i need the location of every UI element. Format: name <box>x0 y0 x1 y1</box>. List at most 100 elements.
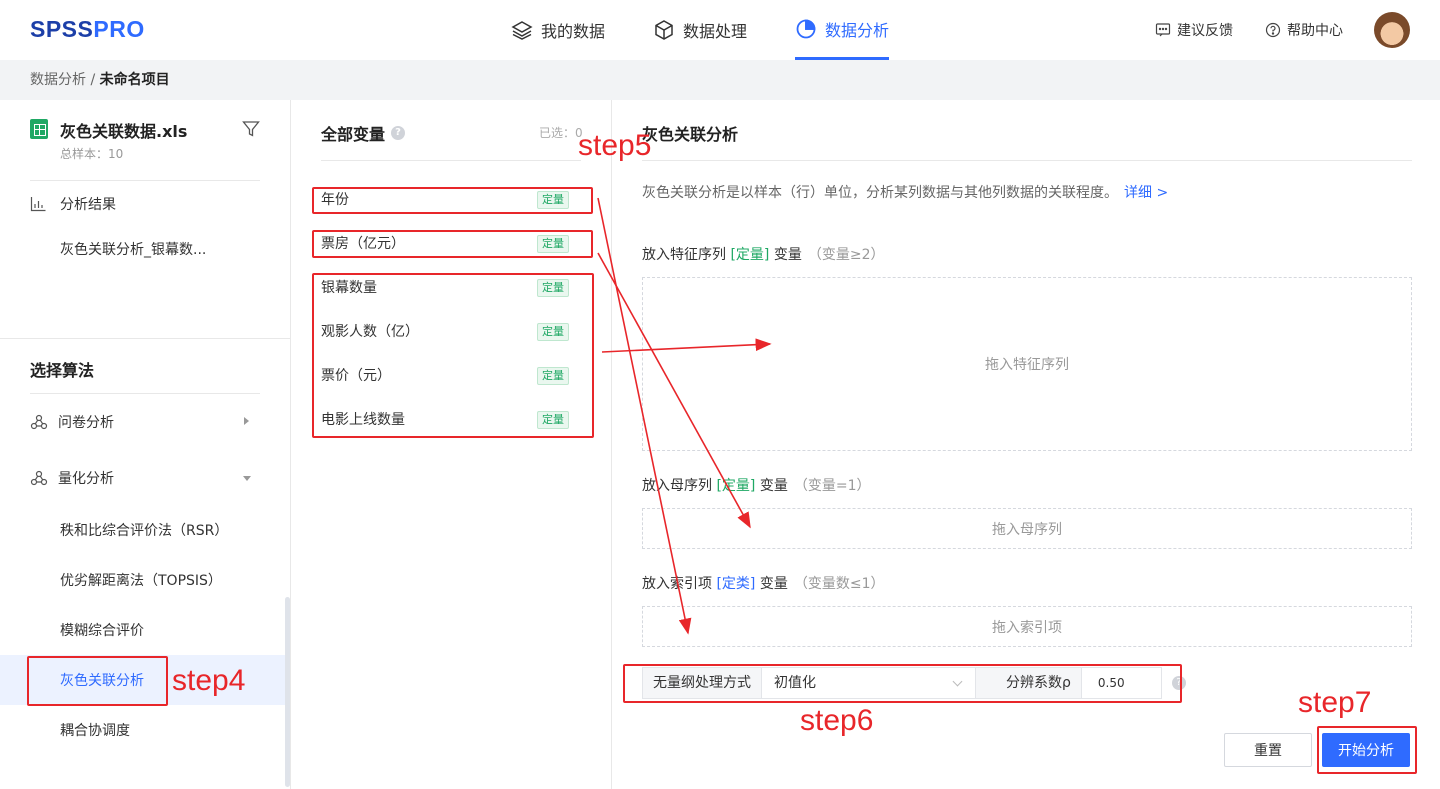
method-grey-relational[interactable]: 灰色关联分析 <box>60 670 144 690</box>
label-suffix: 变量 <box>769 247 802 263</box>
method-coupling[interactable]: 耦合协调度 <box>60 720 130 740</box>
variable-item[interactable]: 观影人数（亿） 定量 <box>321 321 581 343</box>
total-samples: 总样本：10 <box>60 147 124 161</box>
divider <box>321 160 581 161</box>
detail-link[interactable]: 详细 > <box>1124 185 1168 201</box>
sidebar-scrollbar[interactable] <box>285 597 290 787</box>
variable-name: 票房（亿元） <box>321 236 405 252</box>
file-name: 灰色关联数据.xls <box>60 122 188 141</box>
label-hint: （变量数≤1） <box>793 576 885 592</box>
help-icon[interactable]: ? <box>1171 676 1186 690</box>
label-type: [定类] <box>716 576 756 592</box>
dropzone-text: 拖入特征序列 <box>985 357 1069 373</box>
variable-item[interactable]: 银幕数量 定量 <box>321 277 581 299</box>
reset-button[interactable]: 重置 <box>1224 733 1312 767</box>
feature-sequence-dropzone[interactable]: 拖入特征序列 <box>642 277 1412 451</box>
label-prefix: 放入特征序列 <box>642 247 731 263</box>
select-algorithm-title: 选择算法 <box>30 361 95 380</box>
annotation-step7: step7 <box>1298 686 1372 719</box>
nav-my-data[interactable]: 我的数据 <box>511 0 605 60</box>
nav-data-analysis[interactable]: 数据分析 <box>795 0 890 60</box>
feedback-label: 建议反馈 <box>1177 23 1233 39</box>
breadcrumb-root[interactable]: 数据分析 / <box>30 72 100 88</box>
variables-title-text: 全部变量 <box>321 125 386 144</box>
label-type: [定量] <box>730 247 770 263</box>
avatar[interactable] <box>1374 12 1410 48</box>
variable-name: 银幕数量 <box>321 280 377 296</box>
analysis-results-title: 分析结果 <box>60 197 116 213</box>
start-analysis-button[interactable]: 开始分析 <box>1322 733 1410 767</box>
label-hint: （变量=1） <box>793 478 871 494</box>
layers-icon <box>511 21 533 40</box>
nav-my-data-label: 我的数据 <box>541 22 606 41</box>
menu-group-quantitative[interactable]: 量化分析 <box>30 468 114 488</box>
selected-count: 已选：0 <box>539 126 583 140</box>
index-item-dropzone[interactable]: 拖入索引项 <box>642 606 1412 647</box>
divider <box>30 180 260 181</box>
parent-sequence-label: 放入母序列 [定量] 变量 （变量=1） <box>642 475 870 495</box>
quantitative-tag: 定量 <box>537 191 569 209</box>
help-icon[interactable]: ? <box>391 126 406 140</box>
dimensionless-label: 无量纲处理方式 <box>642 667 762 699</box>
label-hint: （变量≥2） <box>807 247 885 263</box>
annotation-step5: step5 <box>578 129 652 162</box>
divider <box>30 393 260 394</box>
feature-sequence-label: 放入特征序列 [定量] 变量 （变量≥2） <box>642 244 884 264</box>
cluster-icon <box>30 470 48 486</box>
label-suffix: 变量 <box>755 478 788 494</box>
index-item-label: 放入索引项 [定类] 变量 （变量数≤1） <box>642 573 884 593</box>
variable-item[interactable]: 年份 定量 <box>321 189 581 211</box>
menu-group-label: 量化分析 <box>58 471 114 487</box>
cluster-icon <box>30 414 48 430</box>
variable-item[interactable]: 票房（亿元） 定量 <box>321 233 581 255</box>
help-center-label: 帮助中心 <box>1287 23 1343 39</box>
analysis-result-item[interactable]: 灰色关联分析_银幕数... <box>60 239 206 259</box>
variable-item[interactable]: 票价（元） 定量 <box>321 365 581 387</box>
label-suffix: 变量 <box>755 576 788 592</box>
menu-group-questionnaire[interactable]: 问卷分析 <box>30 412 114 432</box>
feedback-icon <box>1155 23 1171 37</box>
logo-part-2: PRO <box>93 16 145 42</box>
quantitative-tag: 定量 <box>537 323 569 341</box>
quantitative-tag: 定量 <box>537 411 569 429</box>
variable-item[interactable]: 电影上线数量 定量 <box>321 409 581 431</box>
section-divider <box>0 338 291 339</box>
dimensionless-select[interactable]: 初值化 <box>762 667 976 699</box>
nav-data-analysis-label: 数据分析 <box>825 20 890 40</box>
description-text: 灰色关联分析是以样本（行）单位，分析某列数据与其他列数据的关联程度。 <box>642 185 1118 201</box>
logo[interactable]: SPSSPRO <box>30 16 145 43</box>
quantitative-tag: 定量 <box>537 235 569 253</box>
filter-icon[interactable] <box>242 120 260 138</box>
label-prefix: 放入母序列 <box>642 478 717 494</box>
cube-icon <box>655 20 673 40</box>
annotation-step4: step4 <box>172 664 246 697</box>
question-circle-icon <box>1265 22 1281 38</box>
parameter-row: 无量纲处理方式 初值化 分辨系数ρ 0.50 ? <box>642 667 1186 699</box>
logo-part-1: SPSS <box>30 16 94 42</box>
divider <box>642 160 1412 161</box>
method-description: 灰色关联分析是以样本（行）单位，分析某列数据与其他列数据的关联程度。 详细 > <box>642 182 1168 202</box>
help-center-link[interactable]: 帮助中心 <box>1265 0 1343 60</box>
pie-chart-icon <box>796 19 816 38</box>
quantitative-tag: 定量 <box>537 279 569 297</box>
method-topsis[interactable]: 优劣解距离法（TOPSIS） <box>60 570 222 590</box>
method-fuzzy[interactable]: 模糊综合评价 <box>60 620 144 640</box>
variables-panel: 全部变量 ? 已选：0 年份 定量 票房（亿元） 定量 银幕数量 定量 观影人数（亿）… <box>291 100 612 789</box>
rho-input[interactable]: 0.50 <box>1081 667 1162 699</box>
breadcrumb-current: 未命名项目 <box>99 72 170 88</box>
rho-label: 分辨系数ρ <box>976 667 1082 699</box>
variable-name: 票价（元） <box>321 368 391 384</box>
feedback-link[interactable]: 建议反馈 <box>1155 0 1233 60</box>
breadcrumb: 数据分析 / 未命名项目 <box>0 60 1440 100</box>
top-navigation: SPSSPRO 我的数据 数据处理 数据分析 建议反馈 帮助中心 <box>0 0 1440 60</box>
variables-title: 全部变量 ? <box>321 121 406 145</box>
annotation-step6: step6 <box>800 704 874 737</box>
variable-name: 观影人数（亿） <box>321 324 419 340</box>
dropzone-text: 拖入母序列 <box>992 521 1062 538</box>
label-prefix: 放入索引项 <box>642 576 717 592</box>
parent-sequence-dropzone[interactable]: 拖入母序列 <box>642 508 1412 549</box>
method-rsr[interactable]: 秩和比综合评价法（RSR） <box>60 520 228 540</box>
menu-group-label: 问卷分析 <box>58 415 114 431</box>
nav-data-processing[interactable]: 数据处理 <box>653 0 747 60</box>
left-sidebar: 灰色关联数据.xls 总样本：10 分析结果 灰色关联分析_银幕数... 选择算… <box>0 100 291 789</box>
